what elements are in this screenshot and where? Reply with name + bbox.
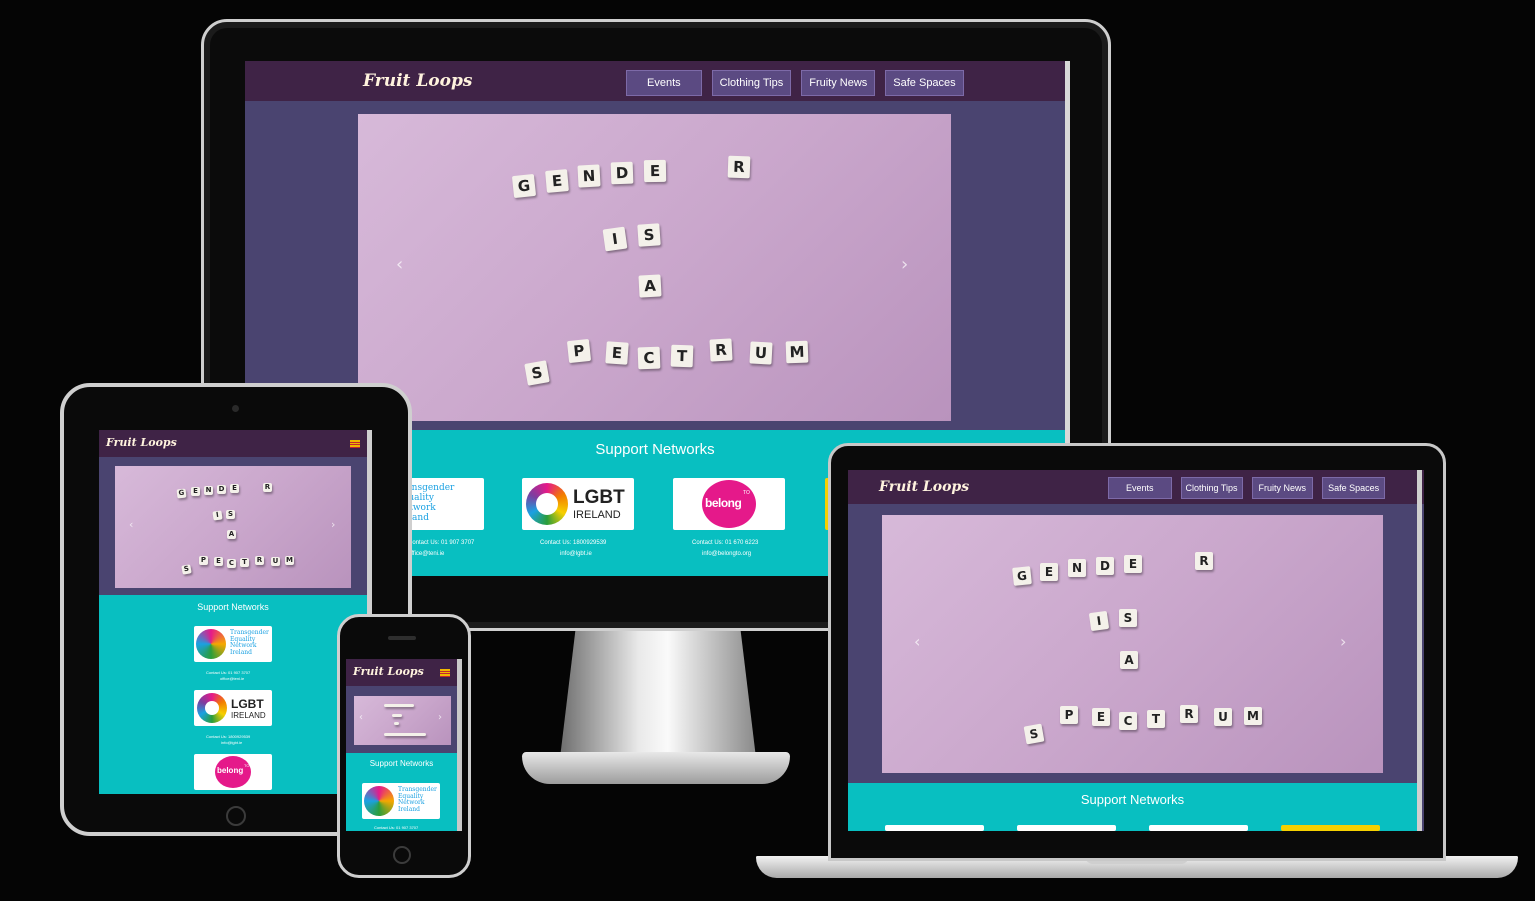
nav-safe-spaces-button[interactable]: Safe Spaces bbox=[885, 70, 964, 96]
belong-email-link[interactable]: info@belongto.org bbox=[702, 551, 751, 557]
laptop-navbar: Fruit Loops Events Clothing Tips Fruity … bbox=[848, 470, 1424, 504]
teni-contact: Contact Us: 01 907 3707 bbox=[206, 670, 251, 675]
belong-logo-sup: TO bbox=[244, 763, 250, 768]
support-networks-section: Support Networks Transgender Equality Ne… bbox=[99, 595, 367, 794]
tablet-screen: Fruit Loops G E N D E R I S A S P E C T … bbox=[99, 430, 372, 794]
scrollbar[interactable] bbox=[1417, 470, 1422, 831]
belong-logo-text: belong bbox=[705, 496, 742, 510]
teni-logo-text: Ireland bbox=[230, 648, 252, 656]
nav-fruity-news-button[interactable]: Fruity News bbox=[1251, 477, 1314, 499]
support-networks-title: Support Networks bbox=[197, 602, 269, 612]
desktop-nav-links: Events Clothing Tips Fruity News Safe Sp… bbox=[626, 70, 964, 96]
brand-logo[interactable]: Fruit Loops bbox=[353, 665, 424, 678]
chevron-left-icon[interactable]: ‹ bbox=[359, 712, 363, 723]
chevron-left-icon[interactable]: ‹ bbox=[914, 632, 920, 651]
hero-carousel-slide: G E N D E R I S A S P E C T R U M ‹ › bbox=[115, 466, 351, 588]
hamburger-menu-icon[interactable] bbox=[350, 440, 360, 449]
chevron-right-icon[interactable]: › bbox=[901, 254, 908, 275]
support-networks-title: Support Networks bbox=[369, 759, 434, 768]
belong-logo-sup: TO bbox=[743, 490, 750, 496]
phone-navbar: Fruit Loops bbox=[346, 659, 462, 686]
phone-home-button bbox=[393, 846, 411, 864]
brand-logo[interactable]: Fruit Loops bbox=[363, 71, 472, 91]
nav-events-button[interactable]: Events bbox=[626, 70, 702, 96]
hero-carousel-slide: ‹ › bbox=[354, 696, 451, 745]
nav-events-button[interactable]: Events bbox=[1108, 477, 1172, 499]
lgbt-logo-subtext: IRELAND bbox=[231, 711, 266, 720]
belongto-logo-card[interactable] bbox=[1149, 825, 1248, 831]
monitor-stand-base bbox=[522, 752, 790, 784]
laptop-screen: Fruit Loops Events Clothing Tips Fruity … bbox=[848, 470, 1424, 831]
hero-carousel-slide: G E N D E R I S A S P E C T R U M ‹ › bbox=[358, 114, 951, 421]
support-networks-section: Support Networks Transgender Equality Ne… bbox=[346, 753, 457, 831]
desktop-navbar: Fruit Loops Events Clothing Tips Fruity … bbox=[245, 61, 1070, 101]
nav-clothing-tips-button[interactable]: Clothing Tips bbox=[1180, 477, 1243, 499]
tablet-camera bbox=[232, 405, 239, 412]
belong-contact: Contact Us: 01 670 6223 bbox=[692, 540, 759, 546]
tablet-home-button bbox=[226, 806, 246, 826]
brand-logo[interactable]: Fruit Loops bbox=[106, 436, 177, 449]
chevron-left-icon[interactable]: ‹ bbox=[396, 254, 403, 275]
teni-contact: Contact Us: 01 907 3707 bbox=[374, 825, 419, 830]
lgbt-email-link[interactable]: info@lgbt.ie bbox=[560, 551, 592, 557]
teni-email-link[interactable]: office@teni.ie bbox=[408, 551, 444, 557]
yellow-logo-card[interactable] bbox=[1281, 825, 1380, 831]
hamburger-menu-icon[interactable] bbox=[440, 669, 450, 678]
chevron-right-icon[interactable]: › bbox=[331, 518, 335, 531]
teni-logo-text: Ireland bbox=[398, 805, 420, 813]
lgbt-ireland-logo-card[interactable]: LGBT IRELAND bbox=[522, 478, 634, 530]
lgbt-ireland-logo-card[interactable] bbox=[1017, 825, 1116, 831]
belongto-logo-card[interactable]: belong TO bbox=[673, 478, 785, 530]
teni-logo-card[interactable] bbox=[885, 825, 984, 831]
nav-fruity-news-button[interactable]: Fruity News bbox=[801, 70, 876, 96]
nav-safe-spaces-button[interactable]: Safe Spaces bbox=[1322, 477, 1386, 499]
belong-logo-text: belong bbox=[217, 766, 244, 775]
phone-speaker bbox=[388, 636, 416, 640]
lgbt-email-link[interactable]: info@lgbt.ie bbox=[221, 740, 242, 745]
teni-contact: Contact Us: 01 907 3707 bbox=[408, 540, 475, 546]
scrollbar[interactable] bbox=[457, 659, 462, 831]
nav-clothing-tips-button[interactable]: Clothing Tips bbox=[711, 70, 792, 96]
chevron-right-icon[interactable]: › bbox=[438, 712, 442, 723]
lgbt-logo-text: LGBT bbox=[231, 697, 264, 711]
lgbt-contact: Contact Us: 1800929539 bbox=[206, 734, 251, 739]
support-networks-title: Support Networks bbox=[1080, 792, 1185, 807]
lgbt-contact: Contact Us: 1800929539 bbox=[540, 540, 607, 546]
teni-logo-card[interactable]: Transgender Equality Network Ireland bbox=[362, 783, 440, 819]
monitor-stand-neck bbox=[560, 628, 756, 758]
support-networks-section: Support Networks bbox=[848, 783, 1417, 831]
tablet-navbar: Fruit Loops bbox=[99, 430, 372, 457]
chevron-right-icon[interactable]: › bbox=[1340, 632, 1346, 651]
phone-screen: Fruit Loops ‹ › Support Networks Transge… bbox=[346, 659, 462, 831]
chevron-left-icon[interactable]: ‹ bbox=[129, 518, 133, 531]
teni-email-link[interactable]: office@teni.ie bbox=[220, 676, 244, 681]
lgbt-logo-subtext: IRELAND bbox=[573, 509, 621, 521]
lgbt-ireland-logo-card[interactable]: LGBT IRELAND bbox=[194, 690, 272, 726]
scrabble-tiles: G E N D E R I S A S P E C T R U M bbox=[358, 114, 951, 421]
laptop-nav-links: Events Clothing Tips Fruity News Safe Sp… bbox=[1108, 477, 1386, 499]
belongto-logo-card[interactable]: belong TO bbox=[194, 754, 272, 790]
brand-logo[interactable]: Fruit Loops bbox=[879, 479, 969, 495]
lgbt-logo-text: LGBT bbox=[573, 487, 625, 508]
teni-logo-card[interactable]: Transgender Equality Network Ireland bbox=[194, 626, 272, 662]
hero-carousel-slide: G E N D E R I S A S P E C T R U M ‹ › bbox=[882, 515, 1383, 773]
